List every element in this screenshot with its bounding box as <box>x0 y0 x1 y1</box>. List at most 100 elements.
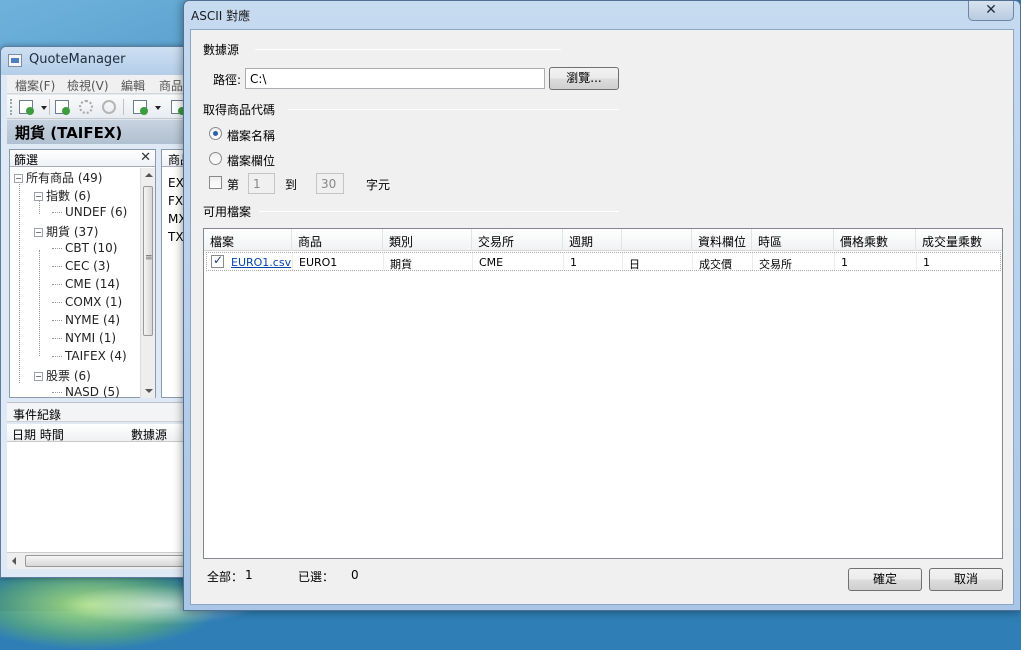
event-log-header: 日期 時間 數據源 <box>7 424 199 443</box>
new-document-icon[interactable] <box>19 100 34 115</box>
menu-view[interactable]: 檢視(V) <box>67 77 109 94</box>
tree-node[interactable]: COMX (1) <box>52 295 122 313</box>
column-header-price-multiplier[interactable]: 價格乘數 <box>834 229 916 251</box>
symbol-tree: − 所有商品 (49) − 指數 (6) UNDEF (6) − 期貨 (37) CB… <box>10 168 140 398</box>
files-grid: 檔案 商品 類別 交易所 週期 資料欄位 時區 價格乘數 成交量乘數 EURO1… <box>203 228 1003 559</box>
column-header-volume-multiplier[interactable]: 成交量乘數 <box>916 229 1002 251</box>
radio-file-field-label[interactable]: 檔案欄位 <box>227 152 275 169</box>
cell-data-field[interactable]: 成交價 <box>693 253 753 271</box>
tree-node[interactable]: − 所有商品 (49) <box>14 169 102 187</box>
tree-node[interactable]: NASD (5) <box>52 385 120 398</box>
column-header-source[interactable]: 數據源 <box>131 426 167 443</box>
cell-exchange[interactable]: CME <box>473 253 564 270</box>
cell-timezone[interactable]: 交易所 <box>753 253 835 271</box>
scroll-up-icon[interactable] <box>145 173 153 177</box>
window-title: QuoteManager <box>29 52 126 67</box>
tree-connector <box>52 212 62 213</box>
range-from-input[interactable] <box>248 173 275 194</box>
toolbar-separator <box>123 99 124 115</box>
chevron-down-icon[interactable] <box>41 106 47 110</box>
column-header-symbol[interactable]: 商品 <box>292 229 383 251</box>
range-checkbox[interactable] <box>209 176 222 189</box>
tree-connector <box>52 338 62 339</box>
tree-node[interactable]: NYME (4) <box>52 313 120 331</box>
tree-node[interactable]: NYMI (1) <box>52 331 116 349</box>
block-icon[interactable] <box>102 100 116 114</box>
dialog-title: ASCII 對應 <box>191 9 251 23</box>
cell-symbol[interactable]: EURO1 <box>293 253 384 270</box>
collapse-icon[interactable]: − <box>34 228 43 237</box>
tree-node[interactable]: UNDEF (6) <box>52 205 127 223</box>
range-prefix-label: 第 <box>227 178 240 192</box>
column-header-data-field[interactable]: 資料欄位 <box>692 229 752 251</box>
list-item[interactable]: FX <box>168 194 183 208</box>
quotemanager-titlebar[interactable]: QuoteManager <box>1 47 199 75</box>
menu-edit[interactable]: 編輯 <box>121 77 145 94</box>
tree-connector <box>52 266 62 267</box>
radio-file-field[interactable] <box>209 152 222 165</box>
scroll-down-icon[interactable] <box>145 389 153 393</box>
browse-button[interactable]: 瀏覽... <box>549 67 619 90</box>
path-input[interactable] <box>245 68 545 89</box>
tree-node[interactable]: CBT (10) <box>52 241 117 259</box>
export-icon[interactable] <box>133 100 148 115</box>
collapse-icon[interactable]: − <box>14 174 23 183</box>
tree-node[interactable]: − 期貨 (37) <box>34 223 98 241</box>
column-header-period[interactable]: 週期 <box>563 229 622 251</box>
column-header-timezone[interactable]: 時區 <box>752 229 834 251</box>
menu-symbol[interactable]: 商品 <box>159 77 183 94</box>
group-divider <box>255 49 561 50</box>
cell-volume-multiplier[interactable]: 1 <box>917 253 1000 270</box>
collapse-icon[interactable]: − <box>34 372 43 381</box>
column-header-category[interactable]: 類別 <box>383 229 472 251</box>
cell-period-unit[interactable]: 日 <box>623 253 693 271</box>
close-button[interactable]: ✕ <box>968 1 1014 21</box>
column-header-exchange[interactable]: 交易所 <box>472 229 563 251</box>
tree-node[interactable]: TAIFEX (4) <box>52 349 127 367</box>
dialog-body: 數據源 路徑: 瀏覽... 取得商品代碼 檔案名稱 檔案欄位 第 到 字元 可用… <box>190 29 1014 605</box>
table-row[interactable]: EURO1.csv EURO1 期貨 CME 1 日 成交價 交易所 1 1 <box>206 252 1001 271</box>
tree-node-label: NYME (4) <box>65 313 121 327</box>
row-checkbox[interactable] <box>211 253 224 268</box>
chevron-down-icon[interactable] <box>155 106 161 110</box>
tree-node[interactable]: CEC (3) <box>52 259 110 277</box>
menu-file[interactable]: 檔案(F) <box>15 77 55 94</box>
tree-node-label: 期貨 (37) <box>46 225 99 239</box>
column-header-datetime[interactable]: 日期 時間 <box>12 426 64 443</box>
column-header-file[interactable]: 檔案 <box>204 229 292 251</box>
scrollbar-thumb[interactable] <box>143 186 153 336</box>
close-icon[interactable]: ✕ <box>140 150 151 165</box>
quotemanager-window[interactable]: QuoteManager 檔案(F) 檢視(V) 編輯 商品 期貨 (TAIFE… <box>0 46 200 578</box>
scrollbar-thumb[interactable] <box>25 555 195 567</box>
list-item[interactable]: EX <box>168 176 184 190</box>
list-item[interactable]: TX <box>168 230 184 244</box>
filter-panel: 篩選 ✕ − 所有商品 (49) − 指數 (6) UNDEF (6) − 期貨 (3… <box>9 149 156 398</box>
event-log-scrollbar[interactable] <box>7 552 199 569</box>
tree-scrollbar[interactable] <box>140 168 155 398</box>
ascii-mapping-dialog[interactable]: ASCII 對應 ✕ 數據源 路徑: 瀏覽... 取得商品代碼 檔案名稱 檔案欄… <box>183 0 1021 611</box>
total-label: 全部： <box>207 570 244 584</box>
file-link[interactable]: EURO1.csv <box>231 256 291 269</box>
cell-period[interactable]: 1 <box>564 253 623 270</box>
cell-price-multiplier[interactable]: 1 <box>835 253 917 270</box>
tree-node[interactable]: − 股票 (6) <box>34 367 91 385</box>
collapse-icon[interactable]: − <box>34 192 43 201</box>
range-to-label: 到 <box>285 178 298 192</box>
add-symbol-icon[interactable] <box>55 100 70 115</box>
tree-node-label: 所有商品 (49) <box>26 171 103 185</box>
code-group-label: 取得商品代碼 <box>203 103 276 117</box>
scroll-left-icon[interactable] <box>12 557 16 565</box>
tree-node-label: CME (14) <box>65 277 120 291</box>
radio-filename[interactable] <box>209 127 222 140</box>
tree-node[interactable]: − 指數 (6) <box>34 187 91 205</box>
column-header-period-unit[interactable] <box>622 229 692 251</box>
gear-icon[interactable] <box>79 100 93 114</box>
tree-node-label: COMX (1) <box>65 295 123 309</box>
ok-button[interactable]: 確定 <box>848 568 922 591</box>
range-to-input[interactable] <box>316 173 344 194</box>
radio-filename-label[interactable]: 檔案名稱 <box>227 127 275 144</box>
toolbar-grip[interactable] <box>10 99 13 115</box>
cell-category[interactable]: 期貨 <box>384 253 473 271</box>
tree-node[interactable]: CME (14) <box>52 277 120 295</box>
cancel-button[interactable]: 取消 <box>929 568 1003 591</box>
